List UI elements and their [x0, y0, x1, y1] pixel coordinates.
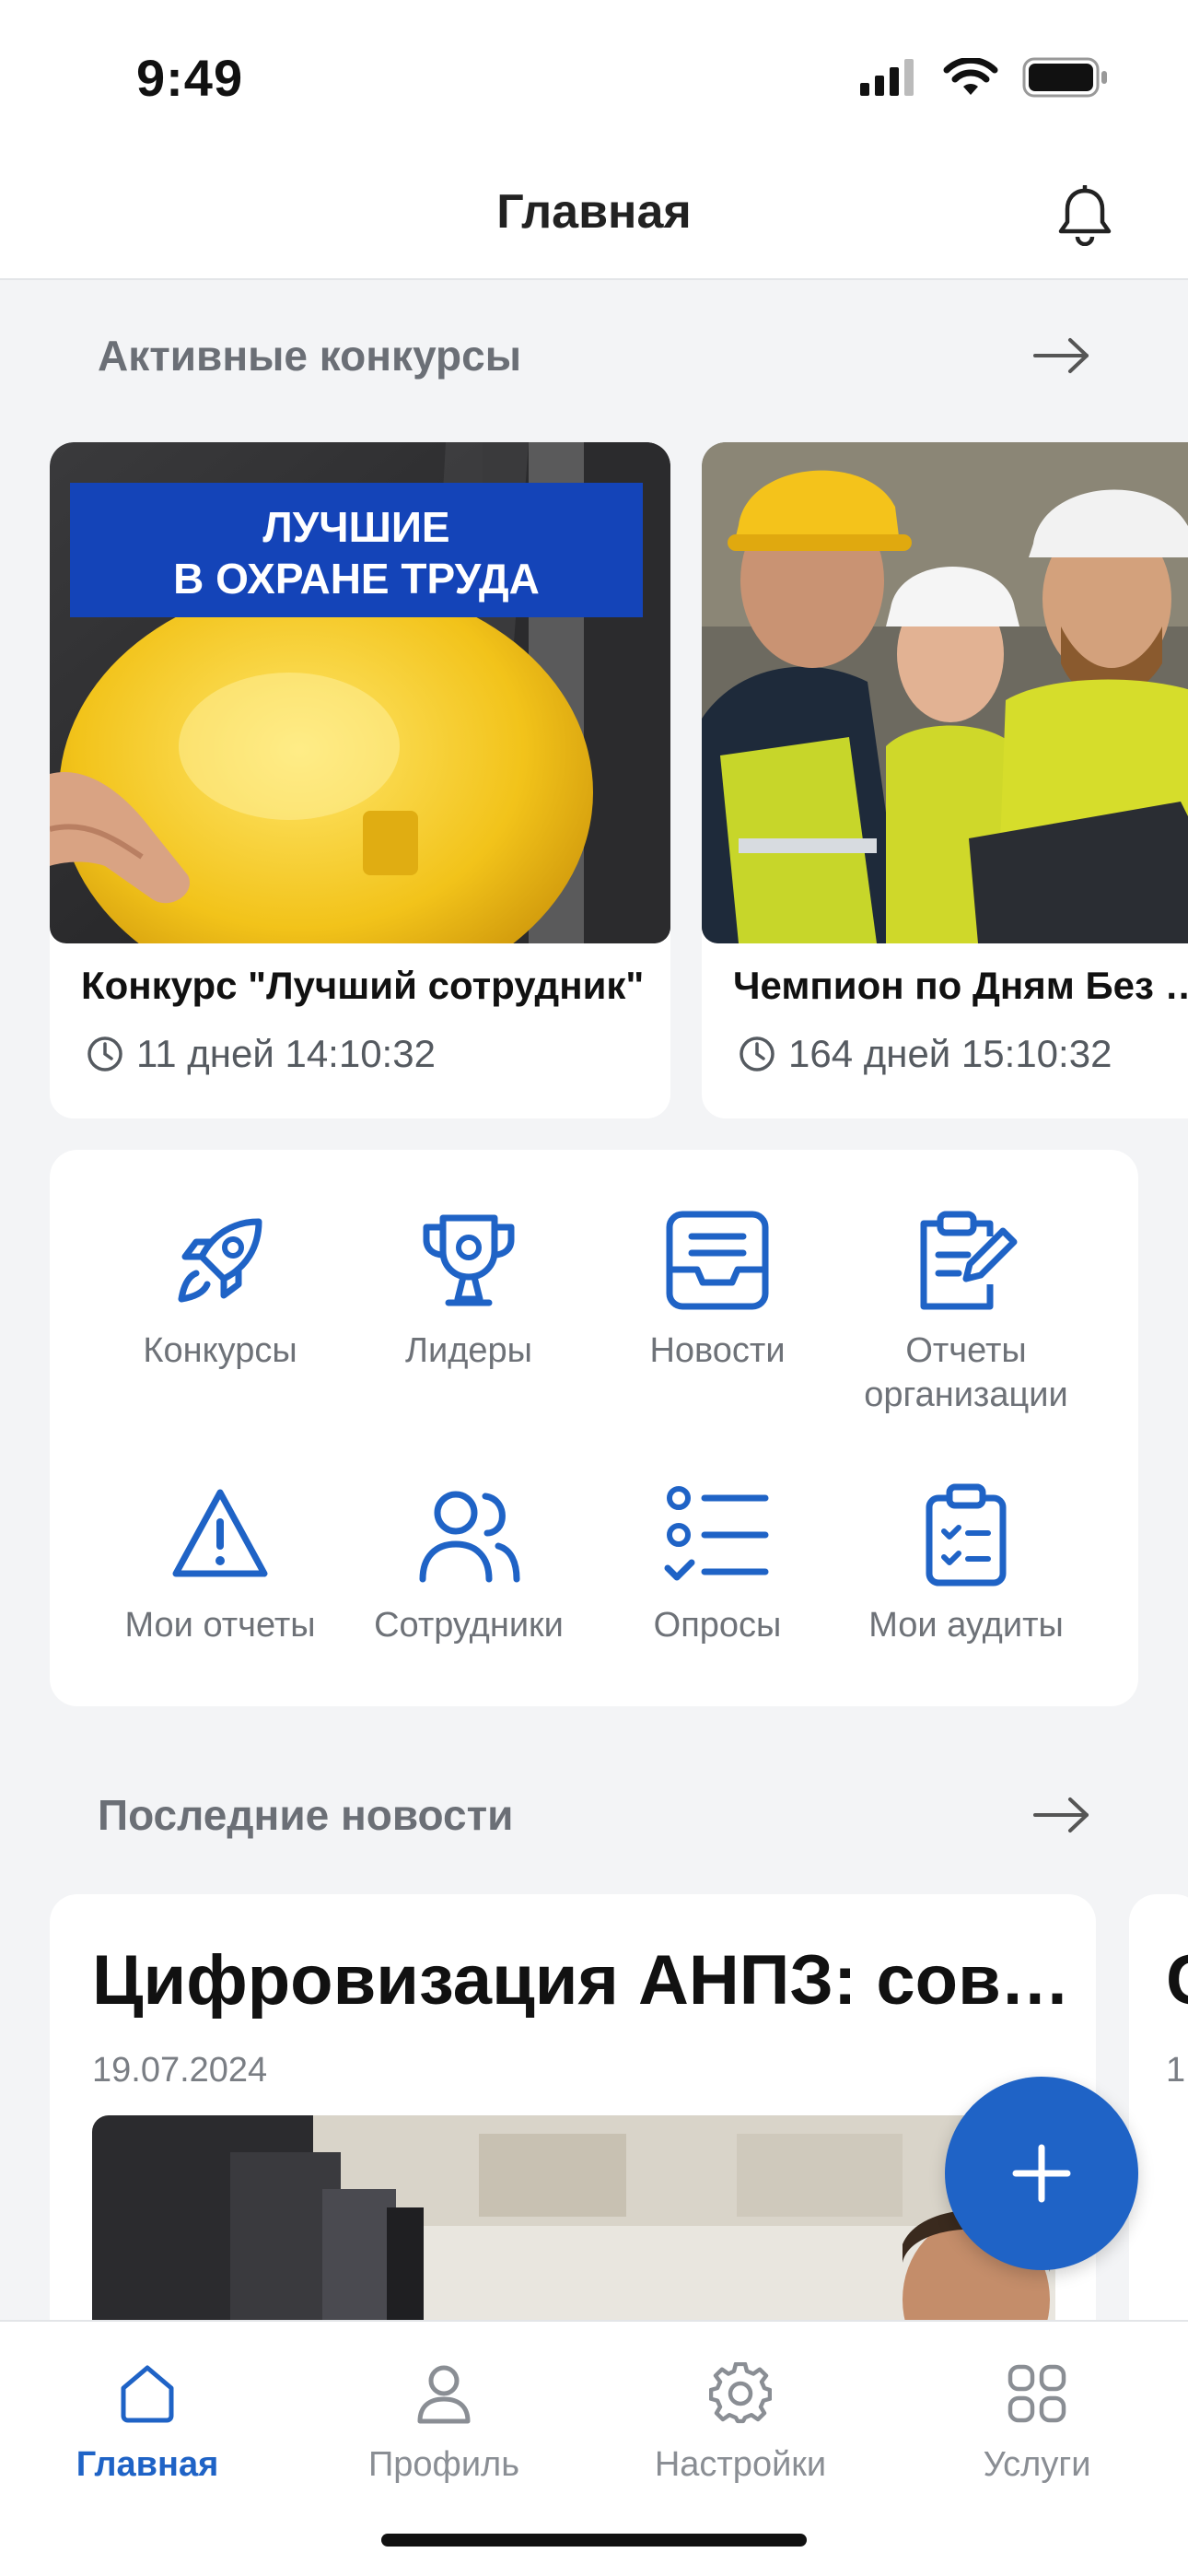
quick-action-label: Отчеты организации: [864, 1331, 1068, 1414]
tab-label: Услуги: [983, 2445, 1091, 2484]
clock-icon: [87, 1036, 122, 1071]
news-title: Цифровизация АНПЗ: совместная работа: [92, 1941, 1087, 2020]
grid-icon: [1007, 2364, 1066, 2423]
contest-card[interactable]: Чемпион по Дням Без Травм 164 дней 15:10…: [702, 442, 1188, 1118]
tab-services[interactable]: Услуги: [917, 2348, 1157, 2485]
status-bar: 9:49: [0, 0, 1188, 157]
news-card[interactable]: Цифровизация АНПЗ: совместная работа 19.…: [50, 1894, 1096, 2392]
contest-title: Конкурс "Лучший сотрудник": [81, 964, 645, 1007]
active-contests-title: Активные конкурсы: [98, 332, 522, 380]
quick-action-employees[interactable]: Сотрудники: [344, 1480, 593, 1647]
inbox-news-icon: [666, 1211, 769, 1310]
quick-actions-grid: Конкурсы Лидеры Новости Отчеты организац…: [50, 1150, 1138, 1706]
quick-action-label: Лидеры: [405, 1331, 532, 1370]
contest-timer: 164 дней 15:10:32: [739, 1032, 1112, 1076]
page-title: Главная: [496, 185, 692, 239]
status-icons: [860, 57, 1109, 98]
trophy-icon: [423, 1214, 515, 1306]
wifi-icon: [943, 58, 998, 95]
add-button[interactable]: [945, 2077, 1138, 2270]
active-contests-header: Активные конкурсы: [98, 328, 1090, 383]
contest-image: [702, 442, 1188, 943]
users-icon: [419, 1491, 520, 1583]
tab-profile[interactable]: Профиль: [324, 2348, 564, 2485]
quick-action-news[interactable]: Новости: [593, 1205, 842, 1373]
tab-label: Настройки: [654, 2445, 827, 2484]
quick-action-label: Конкурсы: [143, 1331, 297, 1370]
quick-action-label: Мои аудиты: [868, 1606, 1064, 1645]
contest-timer-text: 164 дней 15:10:32: [788, 1032, 1112, 1075]
notifications-button[interactable]: [1048, 179, 1122, 252]
news-title: С: [1166, 1940, 1188, 2020]
latest-news-title: Последние новости: [98, 1791, 514, 1839]
quick-action-label: Опросы: [653, 1606, 782, 1645]
contest-image: ЛУЧШИЕ В ОХРАНЕ ТРУДА: [50, 442, 670, 943]
quick-action-contests[interactable]: Конкурсы: [96, 1205, 344, 1373]
contest-title: Чемпион по Дням Без Травм: [733, 964, 1188, 1007]
arrow-right-icon: [1033, 1797, 1089, 1832]
quick-action-my-reports[interactable]: Мои отчеты: [96, 1480, 344, 1647]
contest-timer: 11 дней 14:10:32: [87, 1032, 436, 1076]
app-header: Главная: [0, 157, 1188, 280]
quick-action-surveys[interactable]: Опросы: [593, 1480, 842, 1647]
quick-action-my-audits[interactable]: Мои аудиты: [842, 1480, 1090, 1647]
quick-action-org-reports[interactable]: Отчеты организации: [842, 1205, 1090, 1417]
latest-news-header: Последние новости: [98, 1787, 1090, 1843]
tab-label: Главная: [76, 2445, 219, 2484]
gear-icon: [709, 2362, 772, 2424]
news-card[interactable]: С 1: [1129, 1894, 1188, 2392]
home-indicator: [381, 2534, 807, 2547]
banner-text-line1: ЛУЧШИЕ: [262, 503, 449, 551]
tab-settings[interactable]: Настройки: [621, 2348, 860, 2485]
profile-icon: [417, 2365, 471, 2424]
contest-card[interactable]: ЛУЧШИЕ В ОХРАНЕ ТРУДА Конкурс "Лучший со…: [50, 442, 670, 1118]
banner-text-line2: В ОХРАНЕ ТРУДА: [173, 555, 540, 603]
contest-timer-text: 11 дней 14:10:32: [136, 1032, 436, 1075]
tab-home[interactable]: Главная: [28, 2348, 267, 2485]
quick-action-label: Сотрудники: [374, 1606, 564, 1645]
checklist-icon: [664, 1486, 769, 1581]
status-time: 9:49: [136, 49, 244, 107]
battery-icon: [1022, 57, 1107, 98]
news-date: 1: [1166, 2051, 1186, 2090]
clipboard-check-icon: [926, 1483, 1007, 1587]
bell-icon: [1058, 185, 1112, 246]
tab-label: Профиль: [367, 2445, 520, 2484]
plus-icon: [1012, 2144, 1071, 2203]
cellular-signal-icon: [860, 59, 914, 96]
latest-news-more-button[interactable]: [1017, 1787, 1090, 1843]
active-contests-more-button[interactable]: [1017, 328, 1090, 383]
quick-action-leaders[interactable]: Лидеры: [344, 1205, 593, 1373]
rocket-icon: [178, 1218, 262, 1303]
quick-action-label: Мои отчеты: [124, 1606, 316, 1645]
warning-icon: [172, 1489, 268, 1577]
news-date: 19.07.2024: [92, 2051, 268, 2090]
quick-action-label: Новости: [649, 1331, 786, 1370]
clock-icon: [740, 1036, 775, 1071]
clipboard-edit-icon: [920, 1211, 1018, 1310]
arrow-right-icon: [1033, 338, 1089, 373]
home-icon: [121, 2365, 174, 2423]
